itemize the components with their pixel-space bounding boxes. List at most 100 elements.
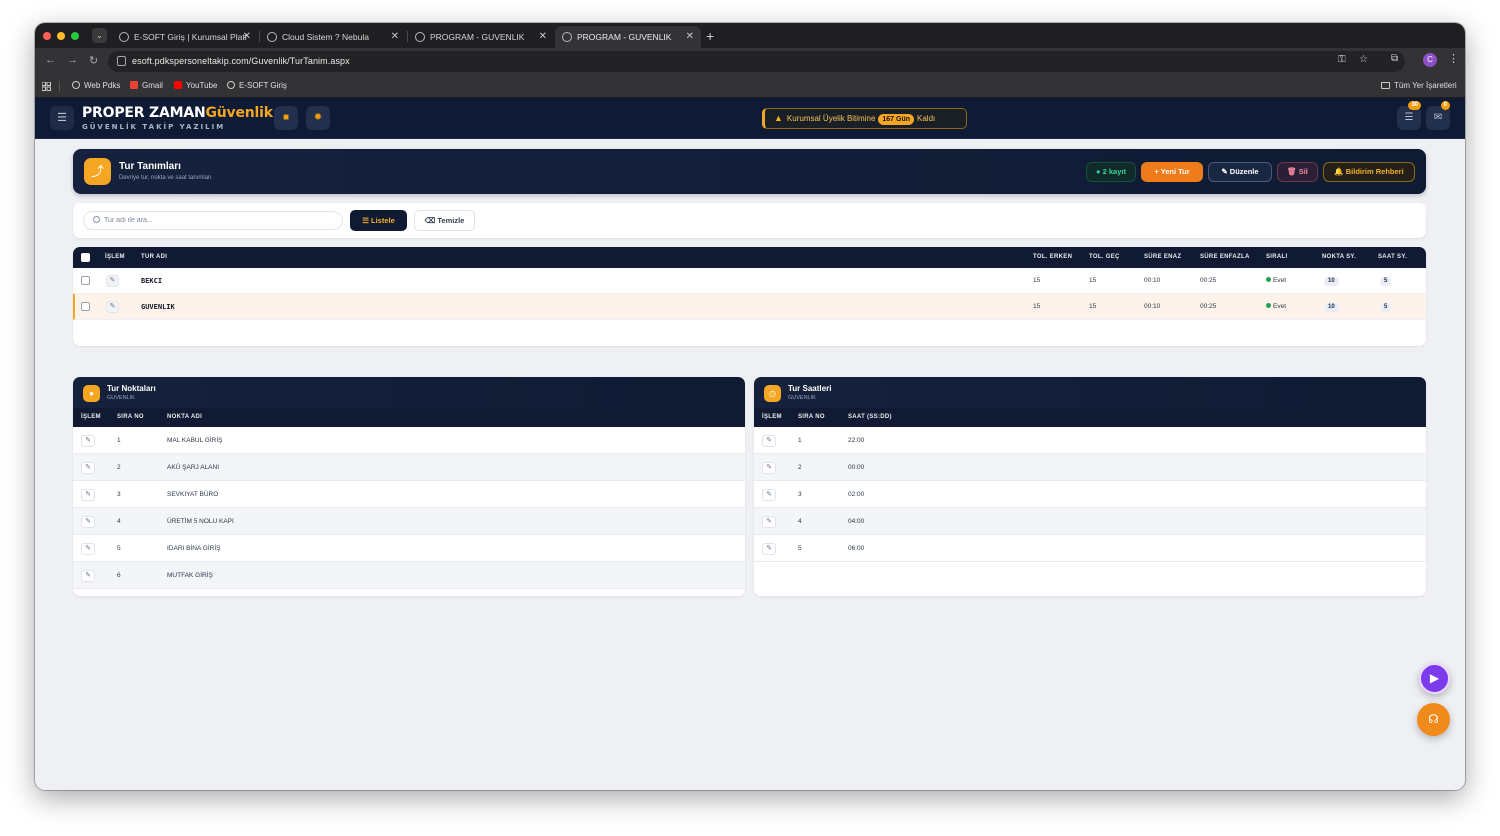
edit-pencil-icon[interactable]: ✎ — [81, 435, 95, 447]
list-item[interactable]: ✎ 4 04:00 — [754, 508, 1426, 535]
browser-tab-nebula[interactable]: Cloud Sistem ? Nebula ✕ — [260, 26, 406, 48]
membership-text: Kurumsal Üyelik Bitimine — [786, 114, 876, 123]
list-button[interactable]: ☰ Listele — [350, 210, 407, 231]
list-item[interactable]: ✎ 1 MAL KABUL GİRİŞ — [73, 427, 745, 454]
list-item[interactable]: ✎ 3 SEVKIYAT BÜRO — [73, 481, 745, 508]
window-minimize-button[interactable] — [57, 32, 65, 40]
clear-button[interactable]: ⌫ Temizle — [414, 210, 475, 231]
forward-arrow-icon[interactable]: → — [67, 54, 78, 66]
bookmark-youtube[interactable]: YouTube — [174, 75, 217, 97]
select-all-checkbox[interactable] — [81, 253, 90, 262]
map-pin-icon: ● — [83, 385, 100, 402]
point-order: 4 — [117, 518, 121, 525]
new-tab-plus-icon[interactable]: + — [706, 25, 714, 47]
list-item[interactable]: ✎ 2 00:00 — [754, 454, 1426, 481]
point-name: MUTFAK GİRİŞ — [167, 572, 213, 579]
mail-icon[interactable]: ✉ 0 — [1426, 101, 1450, 130]
globe-icon — [72, 81, 80, 89]
window-close-button[interactable] — [43, 32, 51, 40]
col-point-count[interactable]: NOKTA SY. — [1322, 247, 1356, 268]
camera-icon[interactable]: ■ — [274, 106, 298, 130]
page-title: Tur Tanımları — [119, 161, 181, 172]
col-ordered[interactable]: SIRALI — [1266, 247, 1287, 268]
edit-pencil-icon[interactable]: ✎ — [81, 543, 95, 555]
address-bar[interactable]: esoft.pdkspersoneltakip.com/Guvenlik/Tur… — [108, 51, 1405, 72]
gmail-icon — [130, 81, 138, 89]
edit-pencil-icon[interactable]: ✎ — [762, 435, 776, 447]
edit-button[interactable]: ✎ Düzenle — [1208, 162, 1272, 182]
url-text[interactable]: esoft.pdkspersoneltakip.com/Guvenlik/Tur… — [132, 51, 350, 72]
col-hour-count[interactable]: SAAT SY. — [1378, 247, 1407, 268]
point-order: 6 — [117, 572, 121, 579]
edit-pencil-icon[interactable]: ✎ — [762, 489, 776, 501]
notification-guide-button[interactable]: 🔔 Bildirim Rehberi — [1323, 162, 1415, 182]
profile-avatar[interactable]: C — [1423, 53, 1437, 67]
tab-search-chevron-icon[interactable]: ⌄ — [92, 28, 107, 43]
play-icon[interactable]: ▶ — [1419, 663, 1450, 694]
tab-title: Cloud Sistem ? Nebula — [282, 32, 369, 42]
gear-icon[interactable]: ✹ — [306, 106, 330, 130]
hour-time: 22:00 — [848, 437, 865, 444]
edit-pencil-icon[interactable]: ✎ — [81, 489, 95, 501]
bookmark-star-icon[interactable]: ☆ — [1359, 54, 1368, 65]
bookmark-esoft-giris[interactable]: E-SOFT Giriş — [227, 75, 287, 97]
edit-pencil-icon[interactable]: ✎ — [81, 570, 95, 582]
edit-pencil-icon[interactable]: ✎ — [762, 462, 776, 474]
col-min-time[interactable]: SÜRE ENAZ — [1144, 247, 1181, 268]
password-key-icon[interactable]: ⚿ — [1338, 54, 1346, 65]
all-bookmarks[interactable]: Tüm Yer İşaretleri — [1381, 75, 1457, 97]
list-item[interactable]: ✎ 6 MUTFAK GİRİŞ — [73, 562, 745, 589]
row-checkbox[interactable] — [81, 276, 90, 285]
table-row[interactable]: ✎ BEKCI 15 15 00:10 00:25 Evet 10 5 — [73, 268, 1426, 294]
tab-close-icon[interactable]: ✕ — [539, 26, 547, 48]
browser-tab-program-active[interactable]: PROGRAM - GUVENLIK ✕ — [555, 26, 701, 48]
row-checkbox[interactable] — [81, 302, 90, 311]
reload-icon[interactable]: ↻ — [89, 54, 98, 67]
table-row-selected[interactable]: ✎ GUVENLIK 15 15 00:10 00:25 Evet 10 5 — [73, 294, 1426, 320]
edit-pencil-icon[interactable]: ✎ — [762, 543, 776, 555]
window-maximize-button[interactable] — [71, 32, 79, 40]
clear-button-label: Temizle — [437, 216, 465, 225]
new-tour-button[interactable]: + Yeni Tur — [1141, 162, 1203, 182]
browser-tab-program-1[interactable]: PROGRAM - GUVENLIK ✕ — [408, 26, 554, 48]
list-item[interactable]: ✎ 2 AKÜ ŞARJ ALANI — [73, 454, 745, 481]
route-icon: ⤴ — [84, 158, 111, 185]
tab-close-icon[interactable]: ✕ — [686, 26, 694, 48]
point-order: 1 — [117, 437, 121, 444]
support-headset-icon[interactable]: ☊ — [1417, 703, 1450, 736]
clock-icon: ◷ — [764, 385, 781, 402]
delete-button[interactable]: 🗑 Sil — [1277, 162, 1318, 182]
list-item[interactable]: ✎ 5 06:00 — [754, 535, 1426, 562]
list-item[interactable]: ✎ 3 02:00 — [754, 481, 1426, 508]
col-tour-name[interactable]: TUR ADI — [141, 247, 167, 268]
col-tol-early[interactable]: TOL. ERKEN — [1033, 247, 1072, 268]
col-tol-late[interactable]: TOL. GEÇ — [1089, 247, 1120, 268]
edit-pencil-icon[interactable]: ✎ — [106, 275, 119, 287]
list-item[interactable]: ✎ 4 ÜRETİM 5 NOLU KAPI — [73, 508, 745, 535]
browser-menu-icon[interactable]: ⋮ — [1448, 52, 1459, 65]
extensions-puzzle-icon[interactable]: ⧉ — [1391, 53, 1398, 64]
tab-close-icon[interactable]: ✕ — [391, 26, 399, 48]
globe-icon — [562, 32, 572, 42]
brand-logo[interactable]: PROPER ZAMANGüvenlik — [82, 105, 273, 121]
edit-pencil-icon[interactable]: ✎ — [106, 301, 119, 313]
browser-tab-esoft[interactable]: E-SOFT Giriş | Kurumsal Platf ✕ — [112, 26, 258, 48]
list-item[interactable]: ✎ 1 22:00 — [754, 427, 1426, 454]
bookmark-web-pdks[interactable]: Web Pdks — [72, 75, 120, 97]
membership-warning-badge: ▲ Kurumsal Üyelik Bitimine 167 Gün Kaldı — [762, 108, 967, 129]
apps-grid-icon[interactable] — [42, 82, 51, 91]
tour-search-input[interactable] — [104, 212, 334, 229]
folder-icon — [1381, 82, 1390, 89]
notifications-list-icon[interactable]: ☰ 30 — [1397, 101, 1421, 130]
edit-pencil-icon[interactable]: ✎ — [81, 516, 95, 528]
point-name: SEVKIYAT BÜRO — [167, 491, 219, 498]
list-item[interactable]: ✎ 5 IDARI BİNA GİRİŞ — [73, 535, 745, 562]
tab-close-icon[interactable]: ✕ — [243, 26, 251, 48]
edit-pencil-icon[interactable]: ✎ — [762, 516, 776, 528]
back-arrow-icon[interactable]: ← — [45, 54, 56, 66]
menu-hamburger-icon[interactable]: ☰ — [50, 106, 74, 130]
bookmark-gmail[interactable]: Gmail — [130, 75, 163, 97]
site-info-icon[interactable] — [117, 56, 126, 66]
col-max-time[interactable]: SÜRE ENFAZLA — [1200, 247, 1250, 268]
edit-pencil-icon[interactable]: ✎ — [81, 462, 95, 474]
